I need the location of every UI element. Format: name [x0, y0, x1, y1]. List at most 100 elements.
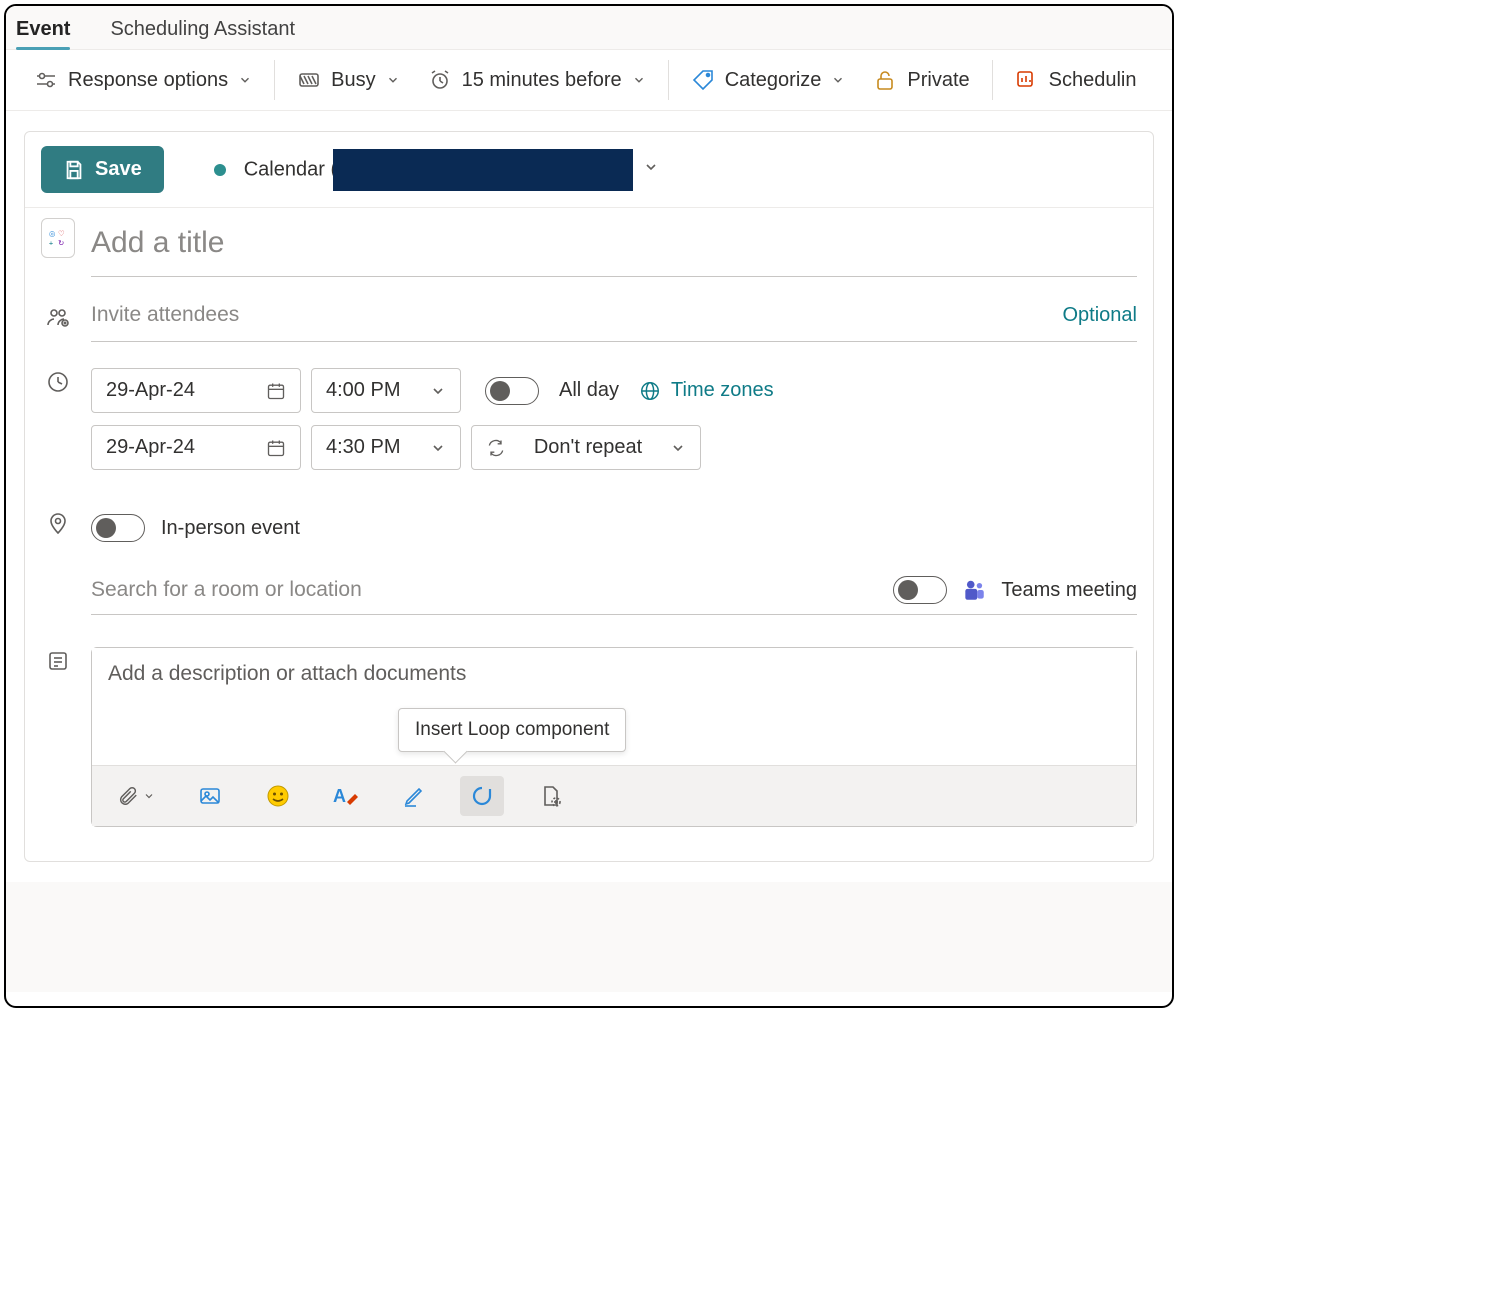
all-day-toggle[interactable] — [485, 377, 539, 405]
insert-picture-button[interactable] — [188, 776, 232, 816]
separator — [668, 60, 669, 100]
paperclip-icon — [117, 785, 139, 807]
insert-file-button[interactable] — [528, 776, 572, 816]
start-date-picker[interactable]: 29-Apr-24 — [91, 368, 301, 413]
time-zones-link[interactable]: Time zones — [639, 379, 774, 402]
end-date-value: 29-Apr-24 — [106, 436, 195, 459]
svg-text:A: A — [333, 786, 346, 806]
reminder-button[interactable]: 15 minutes before — [414, 62, 660, 98]
footer-area — [6, 882, 1172, 992]
in-person-toggle[interactable] — [91, 514, 145, 542]
teams-meeting-toggle[interactable] — [893, 576, 947, 604]
scheduling-poll-button[interactable]: Schedulin — [1001, 62, 1151, 98]
separator — [992, 60, 993, 100]
calendar-prefix: Calendar ( — [244, 158, 337, 180]
poll-icon — [1015, 68, 1039, 92]
chevron-down-icon — [670, 440, 686, 456]
font-formatting-button[interactable]: A — [324, 776, 368, 816]
sliders-icon — [34, 68, 58, 92]
title-row: ◎♡ + ↻ — [25, 208, 1153, 287]
insert-emoji-button[interactable] — [256, 776, 300, 816]
ribbon-toolbar: Response options Busy 15 minutes before … — [6, 50, 1172, 111]
recurrence-value: Don't repeat — [534, 436, 642, 459]
teams-icon — [961, 577, 987, 603]
title-input[interactable] — [91, 224, 1137, 262]
save-label: Save — [95, 158, 142, 181]
response-options-button[interactable]: Response options — [20, 62, 266, 98]
description-toolbar: A — [92, 765, 1136, 826]
tab-event[interactable]: Event — [16, 12, 70, 49]
response-options-label: Response options — [68, 69, 228, 92]
busy-icon — [297, 68, 321, 92]
start-time-value: 4:00 PM — [326, 379, 400, 402]
in-person-label: In-person event — [161, 517, 300, 540]
calendar-name-redacted — [333, 149, 633, 191]
loop-tooltip: Insert Loop component — [398, 708, 626, 752]
calendar-picker[interactable]: Calendar ( — [244, 149, 633, 191]
sparkle-icon: ◎♡ + ↻ — [47, 227, 69, 249]
end-date-picker[interactable]: 29-Apr-24 — [91, 425, 301, 470]
location-input[interactable] — [91, 578, 893, 602]
time-zones-label: Time zones — [671, 379, 774, 402]
categorize-label: Categorize — [725, 69, 822, 92]
scheduling-poll-label: Schedulin — [1049, 69, 1137, 92]
calendar-chevron[interactable] — [643, 159, 659, 180]
chevron-down-icon — [831, 73, 845, 87]
private-label: Private — [907, 69, 969, 92]
show-as-label: Busy — [331, 69, 375, 92]
optional-attendees-link[interactable]: Optional — [1063, 304, 1138, 327]
description-row: Insert Loop component — [25, 631, 1153, 851]
loop-icon — [470, 784, 494, 808]
calendar-color-dot — [214, 164, 226, 176]
calendar-icon — [266, 381, 286, 401]
categorize-button[interactable]: Categorize — [677, 62, 860, 98]
show-as-button[interactable]: Busy — [283, 62, 413, 98]
file-icon — [538, 784, 562, 808]
svg-text:◎: ◎ — [49, 229, 55, 238]
chevron-down-icon — [143, 790, 155, 802]
notes-icon — [46, 649, 70, 673]
description-area: Insert Loop component — [91, 647, 1137, 827]
loop-tooltip-label: Insert Loop component — [415, 719, 609, 740]
emoji-icon — [266, 784, 290, 808]
svg-text:♡: ♡ — [58, 229, 65, 238]
recurrence-picker[interactable]: Don't repeat — [471, 425, 701, 470]
unlock-icon — [873, 68, 897, 92]
suggestions-button[interactable]: ◎♡ + ↻ — [41, 218, 75, 258]
svg-text:+: + — [49, 238, 53, 247]
attendees-icon-cell — [41, 297, 75, 329]
attendees-row: Optional — [25, 287, 1153, 352]
save-icon — [63, 159, 85, 181]
private-button[interactable]: Private — [859, 62, 983, 98]
reminder-label: 15 minutes before — [462, 69, 622, 92]
all-day-label: All day — [559, 379, 619, 402]
chevron-down-icon — [430, 383, 446, 399]
invite-attendees-input[interactable] — [91, 303, 1063, 327]
end-time-picker[interactable]: 4:30 PM — [311, 425, 461, 470]
clock-icon — [46, 370, 70, 394]
calendar-icon — [266, 438, 286, 458]
insert-loop-button[interactable] — [460, 776, 504, 816]
chevron-down-icon — [238, 73, 252, 87]
tabs-bar: Event Scheduling Assistant — [6, 6, 1172, 50]
location-icon-cell — [41, 504, 75, 536]
separator — [274, 60, 275, 100]
chevron-down-icon — [643, 159, 659, 175]
save-button[interactable]: Save — [41, 146, 164, 193]
description-icon-cell — [41, 641, 75, 673]
globe-icon — [639, 380, 661, 402]
start-date-value: 29-Apr-24 — [106, 379, 195, 402]
repeat-icon — [486, 438, 506, 458]
chevron-down-icon — [430, 440, 446, 456]
tab-scheduling-assistant[interactable]: Scheduling Assistant — [110, 12, 295, 49]
alarm-clock-icon — [428, 68, 452, 92]
location-row: In-person event Teams meeting — [25, 494, 1153, 631]
content-area: Save Calendar ( ◎♡ + ↻ — [6, 131, 1172, 992]
attach-button[interactable] — [108, 776, 164, 816]
clock-icon-cell — [41, 362, 75, 394]
people-icon — [46, 305, 70, 329]
start-time-picker[interactable]: 4:00 PM — [311, 368, 461, 413]
svg-text:↻: ↻ — [58, 238, 64, 247]
pen-icon — [402, 784, 426, 808]
insert-signature-button[interactable] — [392, 776, 436, 816]
